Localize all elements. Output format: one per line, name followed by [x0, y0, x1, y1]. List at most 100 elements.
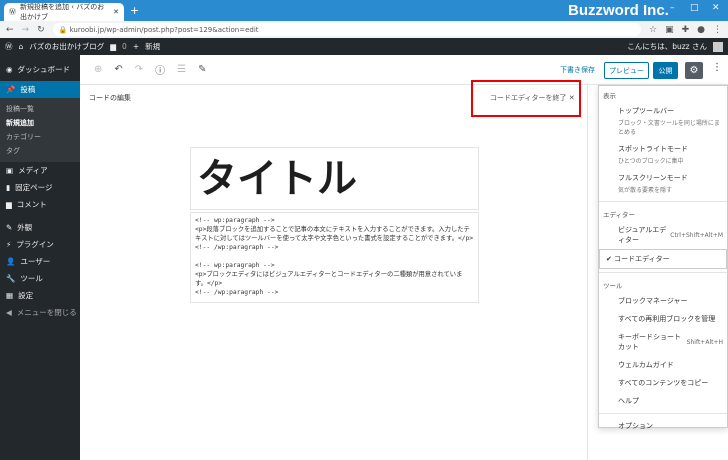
code-textarea[interactable]: <!-- wp:paragraph --> <p>段落ブロックを追加することで記… [190, 212, 479, 303]
menu-spotlight[interactable]: スポットライトモード ひとつのブロックに集中 [599, 140, 727, 169]
address-bar-row: ← → ↻ 🔒 kuroobi.jp/wp-admin/post.php?post=… [0, 21, 728, 38]
sidebar-item-appearance[interactable]: ✎ 外観 [0, 219, 80, 236]
more-options-menu: 表示 トップツールバー ブロック・文書ツールを同じ場所にまとめる スポットライトモ… [598, 85, 728, 430]
pin-icon: 📌 [6, 85, 16, 94]
submenu-categories[interactable]: カテゴリー [0, 130, 80, 144]
menu-keyboard-shortcuts[interactable]: キーボードショートカット Shift+Alt+H [599, 328, 727, 356]
sidebar-item-dashboard[interactable]: ◉ ダッシュボード [0, 61, 80, 78]
close-window-icon[interactable]: ✕ [712, 3, 720, 13]
minimize-icon[interactable]: – [670, 3, 675, 13]
new-link[interactable]: 新規 [145, 41, 160, 52]
sidebar-item-media[interactable]: ▣ メディア [0, 162, 80, 179]
comment-icon: ▆ [6, 200, 12, 209]
label: コードエディター [614, 255, 670, 263]
star-icon[interactable]: ☆ [649, 25, 657, 35]
media-icon: ▣ [6, 166, 14, 175]
undo-icon[interactable]: ↶ [114, 64, 122, 75]
sidebar-item-tools[interactable]: 🔧 ツール [0, 270, 80, 287]
shortcut: Shift+Alt+H [686, 338, 723, 346]
dashboard-icon: ◉ [6, 65, 13, 74]
sidebar-item-comments[interactable]: ▆ コメント [0, 196, 80, 213]
reload-icon[interactable]: ↻ [37, 25, 45, 35]
sidebar-item-settings[interactable]: ▦ 設定 [0, 287, 80, 304]
menu-visual-editor[interactable]: ビジュアルエディター Ctrl+Shift+Alt+M [599, 221, 727, 249]
menu-icon[interactable]: ⋮ [713, 25, 722, 35]
sidebar-item-users[interactable]: 👤 ユーザー [0, 253, 80, 270]
post-title-input[interactable]: タイトル [190, 147, 479, 210]
close-tab-icon[interactable]: ✕ [113, 8, 119, 16]
add-block-icon[interactable]: ⊕ [94, 64, 102, 75]
editor-heading: エディター [603, 211, 636, 219]
label: コメント [16, 200, 47, 209]
label: メニューを閉じる [16, 308, 77, 317]
label: プラグイン [16, 240, 54, 249]
wordpress-icon[interactable]: Ⓦ [5, 41, 13, 52]
label: 外観 [17, 223, 33, 232]
sidebar-item-plugins[interactable]: ⚡ プラグイン [0, 236, 80, 253]
profile-icon[interactable]: ● [697, 25, 705, 35]
comment-icon: ▆ [110, 42, 117, 51]
wrench-icon: 🔧 [6, 274, 16, 283]
submenu-tags[interactable]: タグ [0, 144, 80, 158]
submenu-add-new[interactable]: 新規追加 [0, 116, 80, 130]
menu-code-editor[interactable]: ✔ コードエディター [599, 249, 727, 269]
menu-block-manager[interactable]: ブロックマネージャー [599, 292, 727, 310]
label: 設定 [18, 291, 34, 300]
menu-options[interactable]: オプション [599, 417, 727, 435]
more-options-button[interactable]: ⋮ [712, 62, 722, 73]
home-icon: ⌂ [18, 42, 24, 51]
settings-gear-button[interactable]: ⚙ [685, 62, 703, 79]
collapse-icon: ◀ [6, 308, 12, 317]
sidebar-item-pages[interactable]: ▮ 固定ページ [0, 179, 80, 196]
back-icon[interactable]: ← [6, 25, 14, 35]
avatar[interactable] [713, 41, 723, 52]
label: ツール [20, 274, 43, 283]
list-view-icon[interactable]: ☰ [177, 64, 186, 75]
site-link[interactable]: バズのお出かけブログ [29, 41, 104, 52]
brush-icon: ✎ [6, 223, 13, 232]
menu-reusable-blocks[interactable]: すべての再利用ブロックを管理 [599, 310, 727, 328]
label: ブロックマネージャー [618, 297, 688, 305]
label: ヘルプ [618, 397, 639, 405]
redo-icon[interactable]: ↷ [135, 64, 143, 75]
menu-welcome-guide[interactable]: ウェルカムガイド [599, 356, 727, 374]
save-draft-button[interactable]: 下書き保存 [560, 65, 595, 75]
settings-icon: ▦ [6, 291, 14, 300]
highlight-box [471, 80, 581, 117]
posts-submenu: 投稿一覧 新規追加 カテゴリー タグ [0, 98, 80, 162]
menu-top-toolbar[interactable]: トップツールバー ブロック・文書ツールを同じ場所にまとめる [599, 102, 727, 140]
brand-watermark: Buzzword Inc. [568, 2, 669, 19]
label: ビジュアルエディター [618, 226, 667, 244]
submenu-all-posts[interactable]: 投稿一覧 [0, 102, 80, 116]
collapse-menu[interactable]: ◀ メニューを閉じる [0, 304, 80, 321]
page-icon: ▮ [6, 183, 11, 192]
label: ユーザー [20, 257, 51, 266]
label: 投稿 [20, 85, 36, 94]
browser-tab[interactable]: Ⓦ 新規投稿を追加 ‹ バズのお出かけブ ✕ [4, 3, 124, 21]
label: ウェルカムガイド [618, 361, 674, 369]
greeting[interactable]: こんにちは、buzz さん [627, 41, 707, 52]
maximize-icon[interactable]: □ [690, 3, 699, 13]
menu-fullscreen[interactable]: フルスクリーンモード 気が散る要素を隠す [599, 169, 727, 198]
preview-button[interactable]: プレビュー [604, 62, 649, 79]
label: トップツールバー [618, 107, 674, 115]
menu-copy-all[interactable]: すべてのコンテンツをコピー [599, 374, 727, 392]
admin-sidebar: ◉ ダッシュボード 📌 投稿 投稿一覧 新規追加 カテゴリー タグ ▣ メディア ▮ 固… [0, 55, 80, 460]
shortcut: Ctrl+Shift+Alt+M [670, 231, 723, 239]
comment-count[interactable]: 0 [122, 42, 127, 51]
publish-button[interactable]: 公開 [653, 62, 678, 79]
menu-help[interactable]: ヘルプ [599, 392, 727, 410]
extension-icon[interactable]: ▣ [665, 25, 674, 35]
desc: 気が散る要素を隠す [618, 187, 673, 194]
url-field[interactable]: 🔒 kuroobi.jp/wp-admin/post.php?post=129&… [52, 23, 641, 36]
info-icon[interactable]: ⓘ [155, 62, 165, 77]
sidebar-item-posts[interactable]: 📌 投稿 [0, 81, 80, 98]
edit-icon[interactable]: ✎ [198, 64, 206, 75]
puzzle-icon[interactable]: ✚ [682, 25, 690, 35]
check-icon: ✔ [606, 255, 615, 263]
label: スポットライトモード [618, 145, 688, 153]
label: メディア [18, 166, 48, 175]
new-tab-button[interactable]: + [130, 4, 139, 17]
wordpress-icon: Ⓦ [9, 8, 16, 16]
forward-icon[interactable]: → [22, 25, 30, 35]
